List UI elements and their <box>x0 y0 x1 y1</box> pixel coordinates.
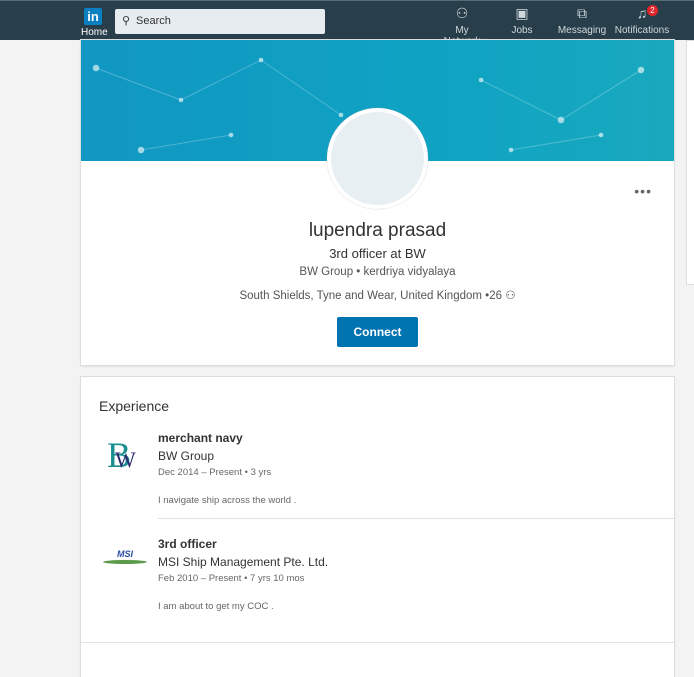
bell-icon: ♫ <box>636 5 648 21</box>
company-name[interactable]: BW Group <box>158 449 296 463</box>
top-nav: in Home ⚲Search ⚇My Network ▣Jobs ⧉Messa… <box>0 0 694 47</box>
connections-icon: ⚇ <box>505 290 516 302</box>
notification-badge: 2 <box>647 5 658 16</box>
messaging-icon: ⧉ <box>577 5 587 21</box>
nav-home[interactable]: Home <box>81 27 108 38</box>
profile-location[interactable]: South Shields, Tyne and Wear, United Kin… <box>81 288 674 302</box>
bw-group-logo[interactable]: BW <box>107 431 147 479</box>
people-icon: ⚇ <box>455 5 469 21</box>
search-icon: ⚲ <box>122 15 131 27</box>
job-dates: Feb 2010 – Present • 7 yrs 10 mos <box>158 573 305 584</box>
job-description: I am about to get my COC . <box>158 601 274 612</box>
profile-card: ••• lupendra prasad 3rd officer at BW BW… <box>81 40 674 365</box>
experience-heading: Experience <box>99 398 170 414</box>
search-input[interactable]: ⚲ Search <box>115 9 325 34</box>
experience-item: 3rd officer MSI Ship Management Pte. Ltd… <box>158 537 328 612</box>
connect-button[interactable]: Connect <box>337 317 418 347</box>
experience-item: merchant navy BW Group Dec 2014 – Presen… <box>158 431 296 506</box>
nav-jobs[interactable]: ▣ Jobs <box>507 5 537 36</box>
experience-card: Experience BW merchant navy BW Group Dec… <box>81 377 674 677</box>
avatar[interactable] <box>327 108 428 209</box>
briefcase-icon: ▣ <box>515 5 529 21</box>
search-placeholder: Search <box>136 15 171 27</box>
nav-messaging[interactable]: ⧉ Messaging <box>557 5 607 36</box>
divider <box>81 642 674 643</box>
right-rail <box>686 40 694 285</box>
linkedin-logo[interactable]: in <box>84 8 102 25</box>
job-title[interactable]: merchant navy <box>158 431 296 445</box>
profile-name: lupendra prasad <box>308 220 447 241</box>
job-dates: Dec 2014 – Present • 3 yrs <box>158 467 272 478</box>
nav-notifications[interactable]: ♫ 2 Notifications <box>614 5 670 36</box>
job-description: I navigate ship across the world . <box>158 495 297 506</box>
msi-logo[interactable]: MSI <box>103 549 147 569</box>
more-options-icon[interactable]: ••• <box>634 183 652 199</box>
profile-company-education[interactable]: BW Group • kerdriya vidyalaya <box>81 266 674 278</box>
divider <box>158 518 674 519</box>
profile-headline: 3rd officer at BW <box>329 246 426 261</box>
job-title[interactable]: 3rd officer <box>158 537 328 551</box>
company-name[interactable]: MSI Ship Management Pte. Ltd. <box>158 555 328 569</box>
